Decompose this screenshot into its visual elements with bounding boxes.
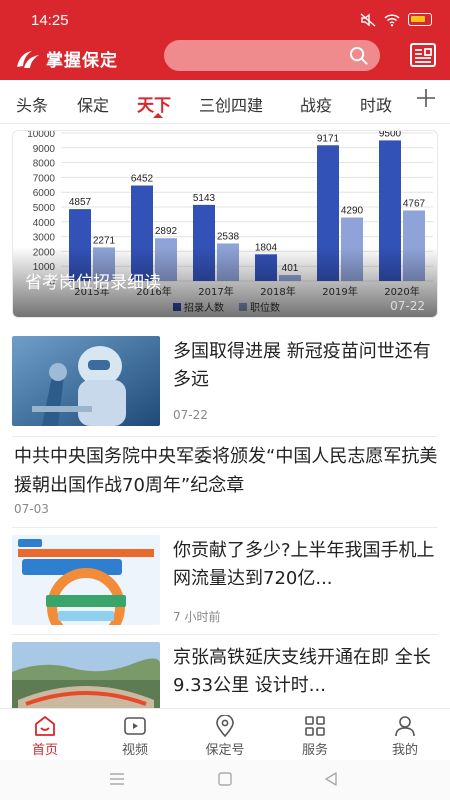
article-title: 中共中央国务院中央军委将颁发“中国人民志愿军抗美援朝出国作战70周年”纪念章 <box>14 446 438 496</box>
mute-icon <box>360 12 376 27</box>
nav-services[interactable]: 服务 <box>275 711 355 758</box>
nav-label: 首页 <box>31 743 58 758</box>
nav-baodinghao[interactable]: 保定号 <box>185 711 265 758</box>
article-date: 07-03 <box>14 502 49 516</box>
article-date: 7 小时前 <box>173 610 221 624</box>
nav-label: 我的 <box>391 743 418 758</box>
banner-caption: 省考岗位招录细读 <box>25 273 161 293</box>
back-icon[interactable] <box>322 770 340 788</box>
logo-icon <box>17 50 39 68</box>
y-tick-label: 7000 <box>33 173 56 184</box>
data-label: 9500 <box>379 131 402 139</box>
article-title: 多国取得进展 新冠疫苗问世还有多远 <box>173 341 431 390</box>
tab-zhanyi[interactable]: 战疫 <box>300 92 332 116</box>
article-item[interactable]: 你贡献了多少?上半年我国手机上网流量达到720亿... 7 小时前 <box>12 535 438 627</box>
article-item[interactable]: 中共中央国务院中央军委将颁发“中国人民志愿军抗美援朝出国作战70周年”纪念章 0… <box>14 442 438 516</box>
active-tab-indicator <box>153 113 163 118</box>
user-icon <box>395 716 415 737</box>
article-thumbnail-infographic <box>12 535 160 625</box>
nav-label: 保定号 <box>205 743 245 758</box>
nav-label: 服务 <box>301 743 328 758</box>
tab-baoding[interactable]: 保定 <box>77 92 109 116</box>
app-logo: 掌握保定 <box>14 46 118 71</box>
tab-sanchuang-sijian[interactable]: 三创四建 <box>199 92 263 116</box>
article-title: 你贡献了多少?上半年我国手机上网流量达到720亿... <box>173 540 435 589</box>
search-icon[interactable] <box>349 46 368 65</box>
divider <box>12 634 438 635</box>
article-date: 07-22 <box>173 408 208 422</box>
y-tick-label: 4000 <box>33 218 56 229</box>
data-label: 2892 <box>155 226 178 237</box>
wifi-icon <box>384 12 400 27</box>
data-label: 9171 <box>317 133 340 144</box>
y-tick-label: 10000 <box>27 131 55 140</box>
home-icon <box>35 716 55 736</box>
grid-icon <box>305 716 325 736</box>
tab-shizheng[interactable]: 时政 <box>360 92 392 116</box>
data-label: 4767 <box>403 198 426 209</box>
divider <box>12 527 438 528</box>
video-icon <box>124 717 146 735</box>
nav-home[interactable]: 首页 <box>5 711 85 758</box>
data-label: 4857 <box>69 197 92 208</box>
y-tick-label: 3000 <box>33 233 56 244</box>
y-tick-label: 6000 <box>33 188 56 199</box>
data-label: 6452 <box>131 174 154 185</box>
app-bar: 掌握保定 <box>0 40 450 80</box>
banner-date: 07-22 <box>390 299 425 313</box>
bottom-navigation: 首页 视频 保定号 服务 我的 <box>0 708 450 760</box>
nav-mine[interactable]: 我的 <box>365 711 445 758</box>
status-bar: 14:25 <box>0 0 450 40</box>
channel-tabs: 头条 保定 天下 三创四建 战疫 时政 <box>0 80 450 124</box>
home-square-icon[interactable] <box>216 770 234 788</box>
add-channel-icon[interactable] <box>416 88 436 108</box>
data-label: 2271 <box>93 235 116 246</box>
article-item[interactable]: 京张高铁延庆支线开通在即 全长9.33公里 设计时... <box>12 642 438 708</box>
nav-label: 视频 <box>121 743 148 758</box>
article-thumbnail-lab <box>12 336 160 426</box>
nav-video[interactable]: 视频 <box>95 711 175 758</box>
article-item[interactable]: 多国取得进展 新冠疫苗问世还有多远 07-22 <box>12 336 438 428</box>
data-label: 2538 <box>217 231 240 242</box>
headline-banner[interactable]: 0100020003000400050006000700080009000100… <box>12 130 438 318</box>
tab-toutiao[interactable]: 头条 <box>16 92 48 116</box>
article-title: 京张高铁延庆支线开通在即 全长9.33公里 设计时... <box>173 647 431 696</box>
y-tick-label: 8000 <box>33 159 56 170</box>
divider <box>12 436 438 437</box>
menu-icon[interactable] <box>108 770 126 788</box>
system-navigation <box>0 760 450 800</box>
data-label: 4290 <box>341 206 364 217</box>
article-thumbnail-station <box>12 642 160 708</box>
y-tick-label: 9000 <box>33 144 56 155</box>
app-name: 掌握保定 <box>46 51 118 71</box>
newspaper-icon[interactable] <box>409 42 437 68</box>
data-label: 5143 <box>193 193 216 204</box>
y-tick-label: 5000 <box>33 203 56 214</box>
app-header: 14:25 掌握保定 <box>0 0 450 80</box>
location-icon <box>216 715 234 737</box>
battery-icon <box>408 12 432 26</box>
status-icons <box>360 12 432 27</box>
status-time: 14:25 <box>31 12 69 29</box>
search-bar[interactable] <box>164 40 380 71</box>
